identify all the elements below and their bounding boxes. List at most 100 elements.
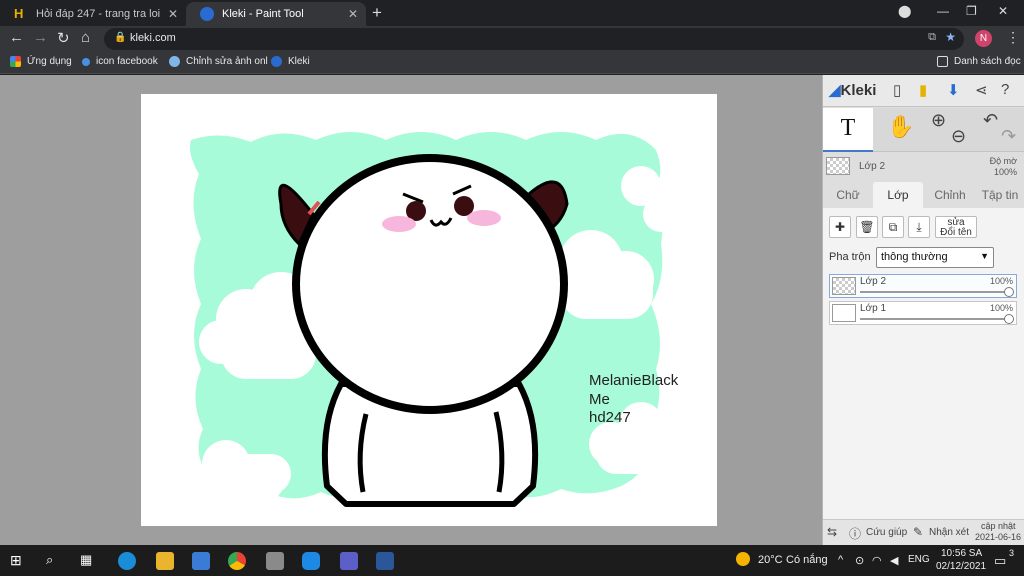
duplicate-layer-button[interactable]: ⧉: [882, 216, 904, 238]
volume-icon[interactable]: ◀: [890, 554, 898, 567]
file-explorer-icon[interactable]: [156, 552, 174, 570]
merge-layer-button[interactable]: ⤓: [908, 216, 930, 238]
teams-icon[interactable]: [340, 552, 358, 570]
save-icon[interactable]: ▮: [919, 81, 927, 99]
task-view-icon[interactable]: ▦: [80, 552, 98, 570]
zoom-out-icon[interactable]: ⊖: [951, 126, 966, 147]
clock-time[interactable]: 10:56 SA: [941, 548, 982, 559]
weather-desc[interactable]: Có nắng: [786, 554, 828, 566]
new-image-icon[interactable]: ▯: [893, 81, 901, 99]
layer-opacity-slider[interactable]: [860, 318, 1008, 320]
edge-icon[interactable]: [118, 552, 136, 570]
close-tab-icon[interactable]: ✕: [168, 7, 178, 21]
undo-icon[interactable]: ↶: [983, 110, 998, 131]
delete-layer-button[interactable]: 🗑: [856, 216, 878, 238]
download-icon[interactable]: ⬇: [947, 81, 960, 99]
help-link[interactable]: Cứu giúp: [866, 527, 907, 538]
bookmark-label: icon facebook: [96, 56, 158, 67]
reading-list[interactable]: Danh sách đọc: [937, 56, 1021, 67]
home-icon[interactable]: ⌂: [81, 29, 90, 46]
kleki-logo-icon: ◢: [829, 82, 841, 99]
bookmark-icon-facebook[interactable]: icon facebook: [82, 56, 158, 67]
profile-avatar[interactable]: N: [975, 30, 992, 47]
tab-layers[interactable]: Lớp: [873, 182, 923, 208]
new-tab-button[interactable]: +: [372, 3, 382, 23]
update-date[interactable]: 2021-06-16: [975, 532, 1021, 542]
reload-icon[interactable]: ↻: [57, 29, 70, 47]
clock-date[interactable]: 02/12/2021: [936, 561, 986, 572]
kleki-top-bar: ◢Kleki ▯ ▮ ⬇ ⋖ ?: [823, 75, 1024, 107]
tab-adjust[interactable]: Chỉnh: [927, 182, 973, 208]
word-icon[interactable]: [376, 552, 394, 570]
head: [292, 154, 568, 414]
add-layer-button[interactable]: ✚: [829, 216, 851, 238]
canvas-workspace[interactable]: MelanieBlack Me hd247: [0, 75, 822, 545]
text-tool-button[interactable]: T: [823, 108, 873, 152]
layer-row-2[interactable]: Lớp 2 100%: [829, 274, 1017, 298]
tab-file[interactable]: Tập tin: [975, 182, 1024, 208]
tab-text[interactable]: Chữ: [827, 182, 869, 208]
bookmark-kleki[interactable]: Kleki: [271, 56, 310, 67]
close-tab-icon[interactable]: ✕: [348, 7, 358, 21]
bookmark-label: Ứng dụng: [27, 56, 72, 67]
browser-tab-hoidap[interactable]: H Hỏi đáp 247 - trang tra loi ✕: [0, 2, 186, 26]
swap-sides-icon[interactable]: ⇆: [827, 525, 837, 539]
opacity-slider-handle[interactable]: [1004, 287, 1014, 297]
weather-temp[interactable]: 20°C: [758, 554, 783, 566]
kleki-favicon-icon: [200, 7, 214, 21]
layer-opacity: 100%: [989, 276, 1013, 286]
browser-tab-kleki[interactable]: Kleki - Paint Tool ✕: [186, 2, 366, 26]
wifi-icon[interactable]: ◠: [872, 554, 882, 567]
browser-menu-icon[interactable]: ⋮: [1006, 29, 1020, 46]
panel-footer: ⇆ ⓘ Cứu giúp ✎ Nhận xét cập nhật 2021-06…: [823, 519, 1024, 545]
layer-row-1[interactable]: Lớp 1 100%: [829, 301, 1017, 325]
help-icon[interactable]: ?: [1001, 81, 1009, 98]
language-indicator[interactable]: ENG: [908, 554, 930, 565]
opacity-label: Độ mờ: [989, 156, 1017, 166]
tab-title: Kleki - Paint Tool: [222, 8, 304, 20]
camera-icon[interactable]: [266, 552, 284, 570]
store-icon[interactable]: [192, 552, 210, 570]
windows-start-icon[interactable]: ⊞: [10, 552, 28, 570]
tray-chevron-icon[interactable]: ^: [838, 554, 843, 566]
drawing-canvas[interactable]: MelanieBlack Me hd247: [141, 94, 717, 526]
minimize-icon[interactable]: —: [937, 4, 949, 18]
address-bar[interactable]: 🔒 kleki.com ⧉ ★: [104, 28, 964, 50]
url-text: kleki.com: [130, 32, 176, 44]
reading-list-label: Danh sách đọc: [954, 56, 1021, 67]
chrome-icon[interactable]: [228, 552, 246, 570]
browser-tab-strip: H Hỏi đáp 247 - trang tra loi ✕ Kleki - …: [0, 0, 1024, 26]
network-icon[interactable]: ⊙: [855, 554, 864, 567]
close-window-icon[interactable]: ✕: [998, 4, 1008, 18]
restore-icon[interactable]: ❐: [966, 4, 977, 18]
zalo-icon[interactable]: [302, 552, 320, 570]
layer-thumbnail: [826, 157, 850, 175]
notification-icon[interactable]: ▭: [994, 553, 1006, 569]
rename-layer-button[interactable]: sửa Đổi tên: [935, 216, 977, 238]
profile-menu-icon[interactable]: ⬤: [898, 4, 911, 18]
bookmark-photo-editor[interactable]: Chỉnh sửa ảnh onl: [169, 56, 268, 67]
layer-thumbnail: [832, 304, 856, 322]
share-icon[interactable]: ⋖: [975, 81, 988, 99]
hand-tool-icon[interactable]: ✋: [887, 114, 914, 140]
bookmark-label: Kleki: [288, 56, 310, 67]
weather-sun-icon: [736, 552, 750, 566]
bookmarks-bar: Ứng dụng icon facebook Chỉnh sửa ảnh onl…: [0, 52, 1024, 74]
blend-mode-select[interactable]: thông thường ▼: [876, 247, 994, 268]
layer-thumbnail: [832, 277, 856, 295]
feedback-link[interactable]: Nhận xét: [929, 527, 969, 538]
translate-icon[interactable]: ⧉: [928, 31, 936, 44]
zoom-in-icon[interactable]: ⊕: [931, 110, 946, 131]
layer-opacity-slider[interactable]: [860, 291, 1008, 293]
watermark-line-2: Me: [589, 391, 610, 408]
kleki-side-panel: ◢Kleki ▯ ▮ ⬇ ⋖ ? T ✋ ⊕ ⊖ ↶ ↷ Lớp 2 Độ mờ…: [822, 75, 1024, 545]
watermark-line-3: hd247: [589, 409, 631, 426]
layer-name: Lớp 1: [860, 303, 887, 314]
redo-icon[interactable]: ↷: [1001, 126, 1016, 147]
back-arrow-icon[interactable]: ←: [9, 29, 24, 46]
bookmark-apps[interactable]: Ứng dụng: [10, 56, 72, 67]
forward-arrow-icon[interactable]: →: [33, 29, 48, 46]
bookmark-star-icon[interactable]: ★: [945, 30, 956, 44]
search-icon[interactable]: ⌕: [46, 552, 64, 570]
opacity-slider-handle[interactable]: [1004, 314, 1014, 324]
